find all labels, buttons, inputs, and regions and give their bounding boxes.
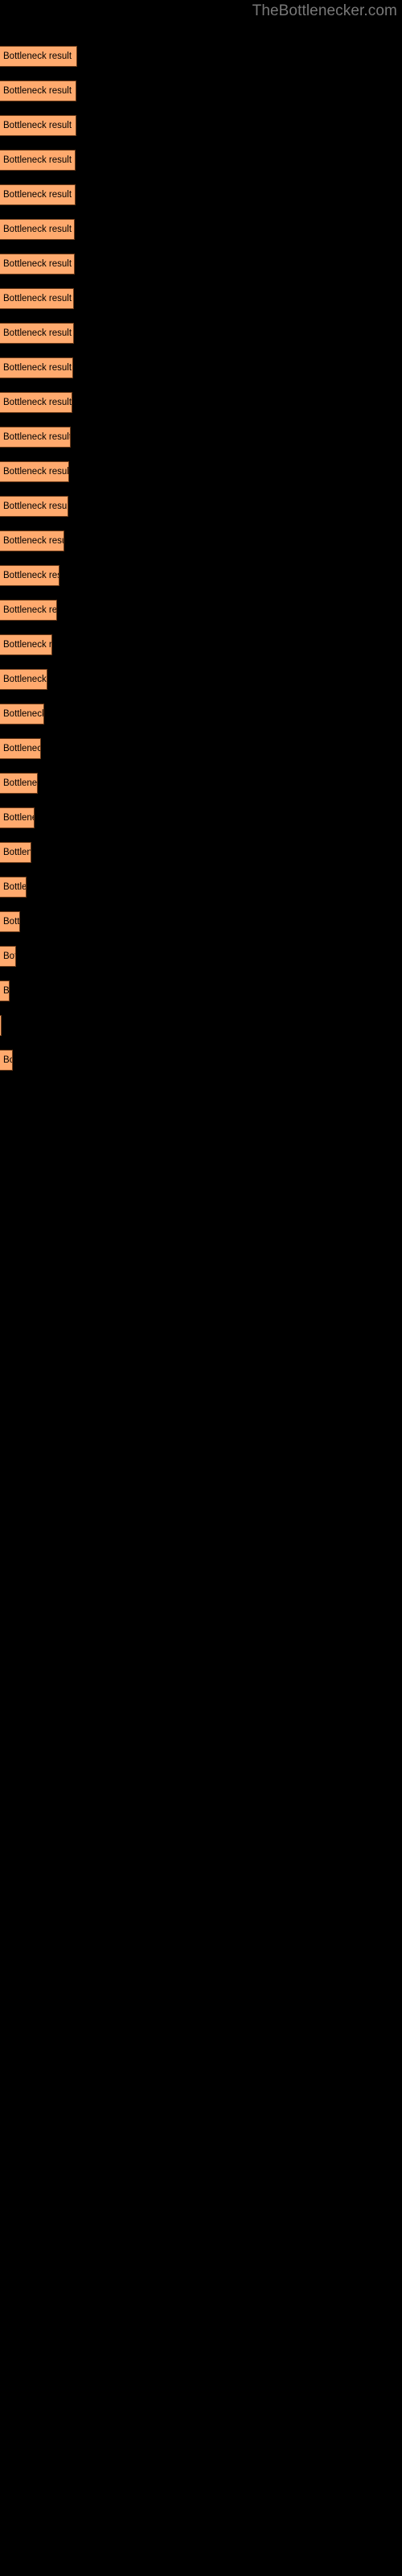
bar-row: Bottleneck result [0,496,402,517]
bar[interactable] [0,911,20,932]
bar-row: Bottleneck result [0,842,402,863]
bar-row: Bottleneck result [0,461,402,482]
bar-row: Bottleneck result [0,80,402,101]
bottleneck-chart-page: TheBottlenecker.com Bottleneck result Bot… [0,0,402,2576]
bar[interactable] [0,392,72,413]
bar-row: Bottleneck result [0,184,402,205]
bar[interactable] [0,150,76,171]
bar[interactable] [0,704,44,724]
bar[interactable] [0,807,35,828]
bar-row: Bottleneck result [0,254,402,275]
bar[interactable] [0,669,47,690]
bar[interactable] [0,357,73,378]
bar-row: Bottleneck result [0,773,402,794]
bar[interactable] [0,634,52,655]
bar[interactable] [0,980,10,1001]
bar-row: Bottleneck result [0,946,402,967]
bar[interactable] [0,877,27,898]
bar-row: Bottleneck result [0,115,402,136]
bar-row: Bottleneck result [0,392,402,413]
bar-row: Bottleneck result [0,877,402,898]
bar[interactable] [0,842,31,863]
bar[interactable] [0,219,75,240]
bar-row: Bottleneck result [0,704,402,724]
bar-row: Bottleneck result [0,288,402,309]
bar-row: Bottleneck result [0,427,402,448]
bar-row: Bottleneck result [0,1015,402,1036]
bar-row: Bottleneck result [0,980,402,1001]
bar[interactable] [0,46,77,67]
bar[interactable] [0,565,59,586]
bar-row: Bottleneck result [0,565,402,586]
bar-row: Bottleneck result [0,600,402,621]
bar-row: Bottleneck result [0,1050,402,1071]
bar[interactable] [0,288,74,309]
bar-row: Bottleneck result [0,323,402,344]
bar-row: Bottleneck result [0,46,402,67]
bar-row: Bottleneck result [0,357,402,378]
bar[interactable] [0,1015,2,1036]
bar[interactable] [0,738,41,759]
bar-row: Bottleneck result [0,150,402,171]
bar[interactable] [0,600,57,621]
bar-row: Bottleneck result [0,738,402,759]
bar[interactable] [0,773,38,794]
bar[interactable] [0,323,74,344]
bar[interactable] [0,530,64,551]
bar-row: Bottleneck result [0,219,402,240]
bar[interactable] [0,115,76,136]
bar[interactable] [0,1050,13,1071]
bar[interactable] [0,946,16,967]
bar-row: Bottleneck result [0,634,402,655]
bar-row: Bottleneck result [0,807,402,828]
bar-row: Bottleneck result [0,530,402,551]
bar-row: Bottleneck result [0,669,402,690]
bar[interactable] [0,427,71,448]
horizontal-bar-chart: Bottleneck result Bottleneck result Bottle… [0,0,402,2576]
bar[interactable] [0,80,76,101]
bar-row: Bottleneck result [0,911,402,932]
bar[interactable] [0,461,69,482]
bar[interactable] [0,254,75,275]
bar[interactable] [0,496,68,517]
bar[interactable] [0,184,76,205]
